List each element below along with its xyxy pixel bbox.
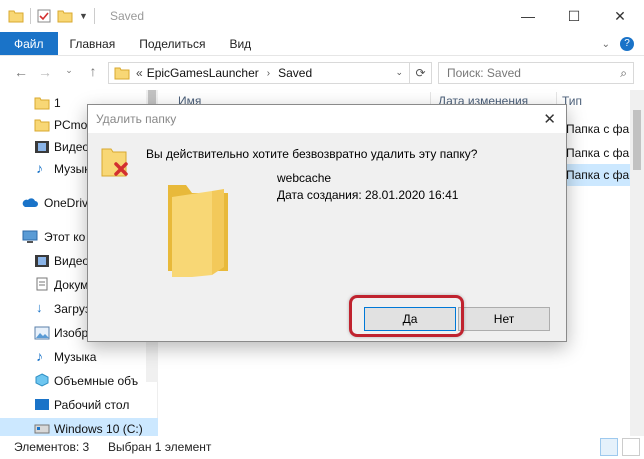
folder-preview-icon: [168, 185, 228, 277]
delete-folder-icon: [101, 148, 128, 177]
sidebar-item-label: PCmo: [54, 118, 88, 132]
file-list-scrollbar[interactable]: [630, 90, 644, 436]
large-icons-view-icon[interactable]: [622, 438, 640, 456]
item-count: Элементов: 3: [14, 440, 90, 454]
forward-arrow-icon[interactable]: →: [34, 64, 56, 80]
sidebar-item-label: Докум: [54, 278, 89, 292]
folder-icon: [8, 10, 24, 23]
properties-icon[interactable]: [37, 9, 51, 23]
selection-count: Выбран 1 элемент: [108, 440, 212, 454]
toolbar-divider: [30, 8, 31, 24]
ribbon-tabs: Файл Главная Поделиться Вид ⌄ ?: [0, 32, 644, 56]
dialog-question: Вы действительно хотите безвозвратно уда…: [146, 147, 478, 161]
sidebar-item-label: Windows 10 (C:): [54, 422, 143, 436]
navigation-bar: ← → ⌄ ↑ « EpicGamesLauncher › Saved ⌄ ⟳ …: [0, 56, 644, 90]
sidebar-item-label: Видео: [54, 140, 90, 154]
delete-folder-dialog: Удалить папку ✕ Вы действительно хотите …: [87, 104, 567, 342]
breadcrumb-chevron-icon[interactable]: ›: [267, 68, 270, 79]
expand-ribbon-icon[interactable]: ⌄: [602, 39, 610, 50]
sidebar-item-music[interactable]: ♪ Музыка: [0, 346, 158, 368]
sidebar-item-label: Музыка: [54, 350, 97, 364]
breadcrumb-epicgameslauncher[interactable]: EpicGamesLauncher: [147, 66, 259, 80]
window-title: Saved: [110, 9, 145, 23]
quick-access-toolbar: ▼: [8, 8, 95, 24]
sidebar-item-label: Видео: [54, 254, 90, 268]
tab-view[interactable]: Вид: [217, 32, 263, 55]
ribbon-right-controls: ⌄ ?: [602, 32, 644, 56]
status-bar: Элементов: 3 Выбран 1 элемент: [0, 436, 644, 459]
folder-icon: [34, 97, 50, 110]
folder-icon: [34, 119, 50, 132]
tab-share[interactable]: Поделиться: [127, 32, 217, 55]
sidebar-item-label: Загруз: [54, 302, 91, 316]
maximize-button[interactable]: ☐: [551, 0, 597, 32]
sidebar-item-label: Изобр: [54, 326, 89, 340]
toolbar-divider: [93, 8, 95, 24]
minimize-button[interactable]: —: [505, 0, 551, 32]
tab-file[interactable]: Файл: [0, 32, 58, 55]
search-input[interactable]: Поиск: Saved ⌕: [438, 62, 634, 84]
folder-name: webcache: [277, 171, 332, 185]
music-icon: ♪: [36, 348, 43, 364]
drive-icon: [34, 424, 50, 434]
music-icon: ♪: [36, 160, 43, 176]
address-dropdown-icon[interactable]: ⌄: [395, 67, 403, 78]
sidebar-item-desktop[interactable]: Рабочий стол: [0, 394, 158, 416]
yes-button-highlight: [349, 295, 464, 337]
breadcrumb-overflow[interactable]: «: [136, 66, 143, 80]
sidebar-item-label: Рабочий стол: [54, 398, 130, 412]
sidebar-item-label: Этот ко: [44, 230, 86, 244]
image-icon: [34, 326, 50, 340]
customize-toolbar-icon[interactable]: ▼: [79, 11, 88, 21]
help-icon[interactable]: ?: [620, 37, 634, 51]
title-bar: ▼ Saved — ☐ ✕: [0, 0, 644, 32]
sidebar-item-3d-objects[interactable]: Объемные объ: [0, 370, 158, 392]
folder-creation-date: Дата создания: 28.01.2020 16:41: [277, 188, 459, 202]
refresh-icon: ⟳: [415, 66, 426, 80]
scrollbar-thumb[interactable]: [633, 110, 641, 170]
refresh-button[interactable]: ⟳: [410, 62, 432, 84]
tab-home[interactable]: Главная: [58, 32, 128, 55]
search-icon: ⌕: [620, 66, 627, 80]
dialog-title-bar: Удалить папку ✕: [88, 105, 566, 133]
folder-icon: [114, 67, 130, 80]
new-folder-icon[interactable]: [57, 9, 73, 23]
cloud-icon: [22, 198, 38, 207]
desktop-icon: [35, 399, 49, 410]
dialog-close-icon[interactable]: ✕: [543, 110, 556, 128]
breadcrumb-saved[interactable]: Saved: [278, 66, 312, 80]
address-bar[interactable]: « EpicGamesLauncher › Saved ⌄: [108, 62, 410, 84]
search-placeholder: Поиск: Saved: [447, 66, 521, 80]
sidebar-item-label: Объемные объ: [54, 374, 139, 388]
details-view-icon[interactable]: [600, 438, 618, 456]
up-arrow-icon[interactable]: ↑: [82, 63, 104, 79]
back-arrow-icon[interactable]: ←: [10, 64, 32, 80]
3d-objects-icon: [35, 373, 49, 387]
no-button[interactable]: Нет: [458, 307, 550, 331]
close-button[interactable]: ✕: [597, 0, 643, 32]
video-icon: [35, 141, 49, 153]
recent-locations-icon[interactable]: ⌄: [58, 65, 80, 76]
document-icon: [36, 277, 48, 291]
download-icon: ↓: [36, 300, 43, 315]
video-icon: [35, 255, 49, 267]
computer-icon: [22, 230, 38, 243]
sidebar-item-label: 1: [54, 96, 61, 110]
dialog-title: Удалить папку: [96, 112, 177, 126]
